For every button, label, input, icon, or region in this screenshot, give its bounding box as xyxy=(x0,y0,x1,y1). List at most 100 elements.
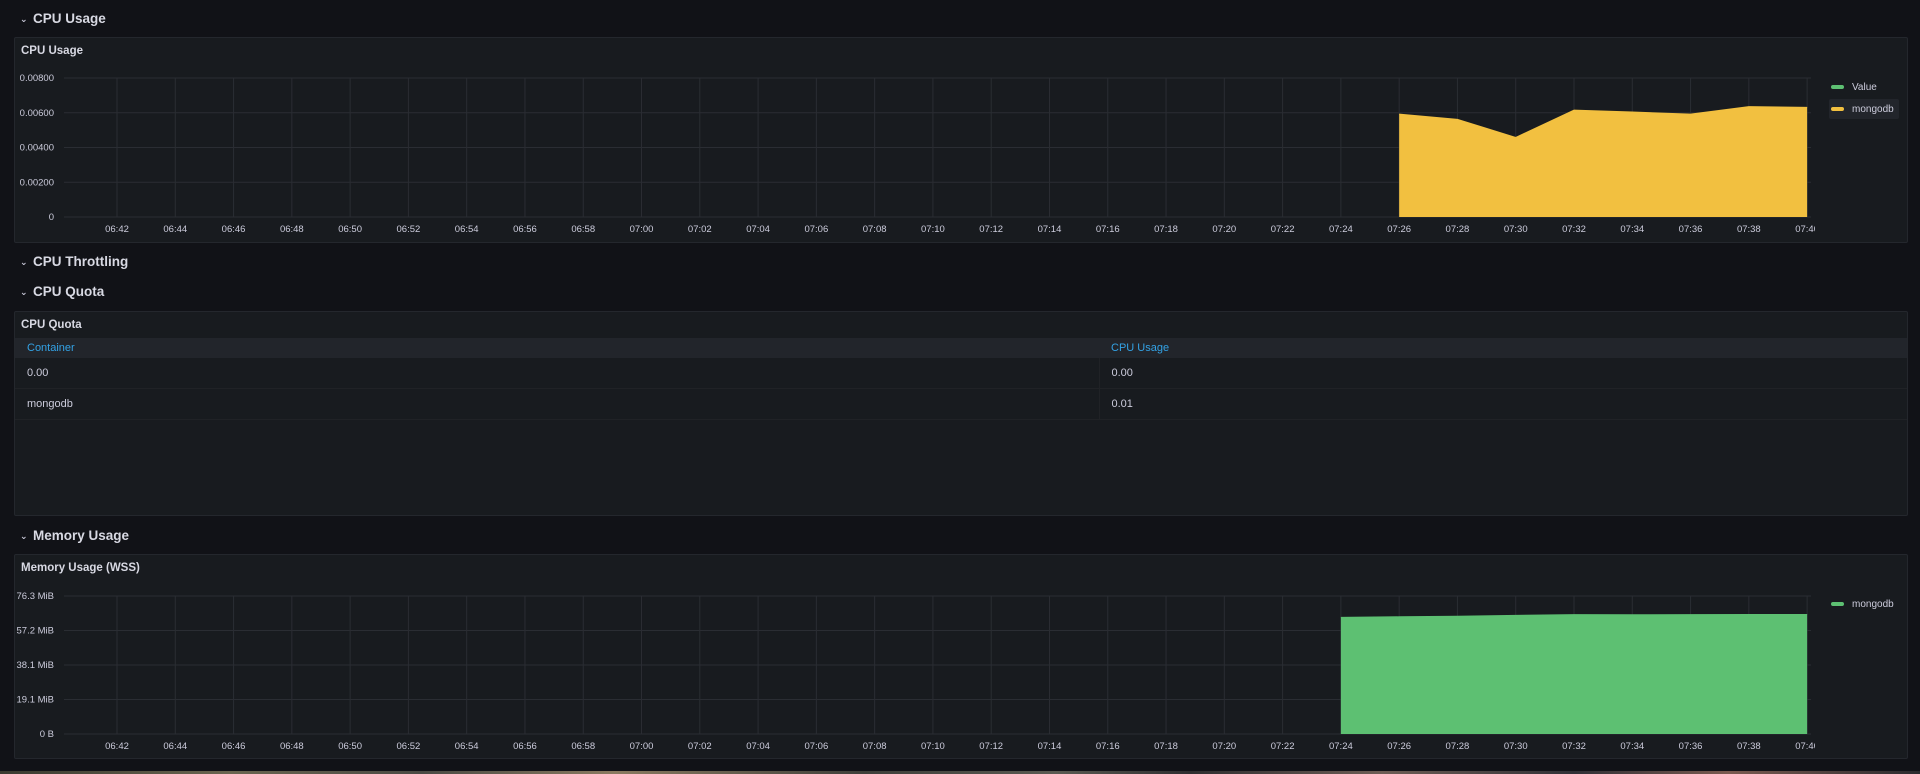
x-tick-label: 07:20 xyxy=(1212,224,1236,235)
x-tick-label: 06:48 xyxy=(280,741,304,752)
x-tick-label: 07:38 xyxy=(1737,224,1761,235)
row-header-cpu-usage[interactable]: ⌄ CPU Usage xyxy=(20,8,106,28)
x-tick-label: 07:32 xyxy=(1562,741,1586,752)
table-row: mongodb 0.01 xyxy=(15,388,1907,420)
legend-label: mongodb xyxy=(1852,598,1894,610)
chevron-down-icon: ⌄ xyxy=(20,256,28,267)
x-tick-label: 07:28 xyxy=(1446,741,1470,752)
row-title: CPU Quota xyxy=(33,283,105,299)
x-tick-label: 07:02 xyxy=(688,224,712,235)
x-tick-label: 06:46 xyxy=(222,741,246,752)
x-tick-label: 07:26 xyxy=(1387,741,1411,752)
x-tick-label: 07:30 xyxy=(1504,224,1528,235)
chevron-down-icon: ⌄ xyxy=(20,530,28,541)
x-tick-label: 07:40 xyxy=(1795,224,1815,235)
legend-item-mongodb[interactable]: mongodb xyxy=(1829,594,1899,614)
y-tick-label: 0 xyxy=(49,212,54,223)
row-header-cpu-quota[interactable]: ⌄ CPU Quota xyxy=(20,281,104,301)
x-tick-label: 07:28 xyxy=(1446,224,1470,235)
row-title: Memory Usage xyxy=(33,527,130,543)
cpu-quota-table: Container CPU Usage 0.00 0.00 mongodb 0.… xyxy=(15,338,1907,420)
x-tick-label: 07:14 xyxy=(1038,224,1062,235)
chevron-down-icon: ⌄ xyxy=(20,13,28,24)
x-tick-label: 07:04 xyxy=(746,741,770,752)
x-tick-label: 07:10 xyxy=(921,224,945,235)
y-tick-label: 0 B xyxy=(40,729,54,740)
x-tick-label: 07:20 xyxy=(1212,741,1236,752)
x-tick-label: 07:04 xyxy=(746,224,770,235)
x-tick-label: 07:40 xyxy=(1795,741,1815,752)
x-tick-label: 06:44 xyxy=(163,741,187,752)
row-title: CPU Usage xyxy=(33,10,106,26)
cell-container: mongodb xyxy=(15,388,1100,420)
column-header-container[interactable]: Container xyxy=(15,338,1099,358)
x-tick-label: 06:44 xyxy=(163,224,187,235)
cell-cpu-usage: 0.00 xyxy=(1099,358,1907,389)
x-tick-label: 06:42 xyxy=(105,224,129,235)
y-tick-label: 19.1 MiB xyxy=(17,695,55,706)
x-tick-label: 07:16 xyxy=(1096,741,1120,752)
x-tick-label: 06:48 xyxy=(280,224,304,235)
x-tick-label: 07:36 xyxy=(1679,741,1703,752)
x-tick-label: 07:00 xyxy=(630,741,654,752)
legend-label: mongodb xyxy=(1852,103,1894,115)
x-tick-label: 07:16 xyxy=(1096,224,1120,235)
cpu-usage-panel: CPU Usage 0 0.00200 0.00400 0.00600 0.00800 0… xyxy=(14,37,1908,243)
x-tick-label: 07:34 xyxy=(1620,224,1644,235)
x-tick-label: 07:14 xyxy=(1038,741,1062,752)
x-tick-label: 07:06 xyxy=(804,741,828,752)
y-tick-label: 0.00400 xyxy=(20,143,54,154)
x-tick-label: 07:10 xyxy=(921,741,945,752)
x-tick-label: 07:02 xyxy=(688,741,712,752)
y-tick-label: 0.00600 xyxy=(20,108,54,119)
legend-swatch xyxy=(1831,602,1844,606)
y-tick-label: 57.2 MiB xyxy=(17,626,55,637)
x-tick-label: 06:56 xyxy=(513,224,537,235)
column-header-cpu-usage[interactable]: CPU Usage xyxy=(1099,338,1907,358)
x-tick-label: 06:54 xyxy=(455,224,479,235)
x-tick-label: 06:46 xyxy=(222,224,246,235)
x-tick-label: 06:52 xyxy=(397,741,421,752)
panel-title: CPU Quota xyxy=(21,319,82,331)
x-tick-label: 07:22 xyxy=(1271,741,1295,752)
row-title: CPU Throttling xyxy=(33,253,129,269)
x-tick-label: 07:00 xyxy=(630,224,654,235)
y-tick-label: 0.00200 xyxy=(20,177,54,188)
series-area-mongodb xyxy=(1399,106,1808,217)
x-tick-label: 07:24 xyxy=(1329,741,1353,752)
cpu-legend: Value mongodb xyxy=(1829,77,1899,119)
row-header-memory-usage[interactable]: ⌄ Memory Usage xyxy=(20,525,129,545)
x-tick-label: 06:58 xyxy=(571,224,595,235)
y-tick-label: 76.3 MiB xyxy=(17,591,55,602)
x-tick-label: 07:08 xyxy=(863,224,887,235)
legend-swatch xyxy=(1831,107,1844,111)
x-tick-label: 07:36 xyxy=(1679,224,1703,235)
x-tick-label: 07:06 xyxy=(804,224,828,235)
table-row: 0.00 0.00 xyxy=(15,358,1907,389)
x-tick-label: 07:18 xyxy=(1154,224,1178,235)
y-tick-label: 38.1 MiB xyxy=(17,660,55,671)
x-tick-label: 07:26 xyxy=(1387,224,1411,235)
x-tick-label: 06:56 xyxy=(513,741,537,752)
legend-item-mongodb[interactable]: mongodb xyxy=(1829,99,1899,119)
x-tick-label: 06:50 xyxy=(338,741,362,752)
x-tick-label: 07:12 xyxy=(979,224,1003,235)
legend-swatch xyxy=(1831,85,1844,89)
x-tick-label: 07:08 xyxy=(863,741,887,752)
table-header-row: Container CPU Usage xyxy=(15,338,1907,358)
x-tick-label: 07:18 xyxy=(1154,741,1178,752)
cell-container: 0.00 xyxy=(15,358,1100,389)
legend-label: Value xyxy=(1852,81,1877,93)
cpu-quota-panel: CPU Quota Container CPU Usage 0.00 0.00 … xyxy=(14,311,1908,516)
x-tick-label: 06:52 xyxy=(397,224,421,235)
row-header-cpu-throttling[interactable]: ⌄ CPU Throttling xyxy=(20,251,128,271)
x-tick-label: 07:34 xyxy=(1620,741,1644,752)
legend-item-value[interactable]: Value xyxy=(1829,77,1899,97)
x-tick-label: 06:42 xyxy=(105,741,129,752)
x-tick-label: 07:30 xyxy=(1504,741,1528,752)
memory-usage-chart: 0 B 19.1 MiB 38.1 MiB 57.2 MiB 76.3 MiB 06:42… xyxy=(17,591,1816,752)
y-tick-label: 0.00800 xyxy=(20,73,54,84)
x-tick-label: 07:32 xyxy=(1562,224,1586,235)
memory-legend: mongodb xyxy=(1829,594,1899,614)
x-tick-label: 07:38 xyxy=(1737,741,1761,752)
